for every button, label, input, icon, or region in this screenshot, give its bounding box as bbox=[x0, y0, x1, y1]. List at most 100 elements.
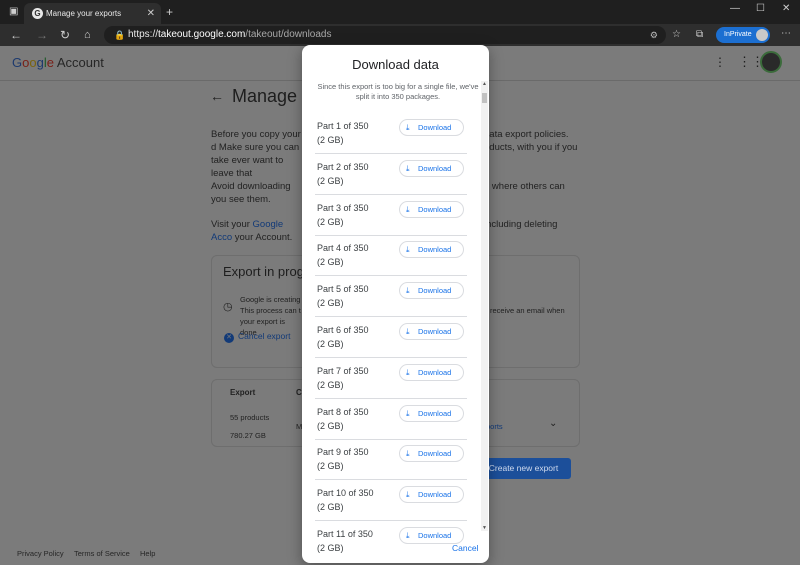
download-button[interactable]: ⤓ Download bbox=[399, 323, 464, 340]
minimize-icon[interactable]: — bbox=[730, 2, 740, 16]
download-label: Download bbox=[418, 204, 452, 214]
download-button[interactable]: ⤓ Download bbox=[399, 404, 464, 422]
column-header-c: C bbox=[296, 388, 302, 397]
dialog-description: Since this export is too big for a singl… bbox=[317, 82, 479, 101]
download-icon: ⤓ bbox=[406, 367, 410, 377]
part-row: Part 4 of 350 (2 GB) ⤓ Download bbox=[315, 235, 467, 277]
download-label: Download bbox=[418, 163, 452, 173]
download-button[interactable]: ⤓ Download bbox=[399, 159, 464, 177]
cancel-export-button[interactable]: ✕ Cancel export bbox=[224, 331, 290, 343]
part-label: Part 11 of 350 (2 GB) bbox=[317, 527, 373, 555]
maximize-icon[interactable]: ☐ bbox=[756, 2, 765, 16]
download-label: Download bbox=[418, 490, 452, 500]
settings-menu-icon[interactable]: ⋯ bbox=[781, 27, 791, 41]
cancel-export-label: Cancel export bbox=[238, 331, 291, 341]
download-label: Download bbox=[418, 286, 452, 296]
back-icon[interactable]: ← bbox=[10, 28, 22, 42]
terms-of-service-link[interactable]: Terms of Service bbox=[74, 549, 130, 558]
part-row: Part 11 of 350 (2 GB) ⤓ Download bbox=[315, 521, 467, 559]
lock-icon: 🔒 bbox=[114, 30, 126, 40]
part-row: Part 8 of 350 (2 GB) ⤓ Download bbox=[315, 399, 467, 440]
part-row: Part 10 of 350 (2 GB) ⤓ Download bbox=[315, 480, 467, 522]
download-label: Download bbox=[418, 245, 452, 255]
part-size: (2 GB) bbox=[317, 216, 344, 227]
part-label: Part 2 of 350 (2 GB) bbox=[317, 160, 369, 188]
part-size: (2 GB) bbox=[317, 339, 344, 349]
chevron-down-icon[interactable]: ⌄ bbox=[549, 418, 557, 429]
part-size: (2 GB) bbox=[317, 379, 344, 390]
new-tab-icon[interactable]: + bbox=[166, 5, 173, 19]
more-options-icon[interactable]: ⋮ bbox=[714, 55, 726, 69]
part-number: Part 11 of 350 bbox=[317, 529, 373, 539]
part-row: Part 9 of 350 (2 GB) ⤓ Download bbox=[315, 439, 467, 481]
site-permissions-icon[interactable]: ⚙ bbox=[650, 26, 658, 44]
cancel-button[interactable]: Cancel bbox=[452, 543, 478, 553]
download-button[interactable]: ⤓ Download bbox=[399, 282, 464, 300]
part-row: Part 3 of 350 (2 GB) ⤓ Download bbox=[315, 195, 467, 236]
part-number: Part 2 of 350 bbox=[317, 161, 369, 172]
window-close-icon[interactable]: ✕ bbox=[782, 2, 790, 16]
parts-list[interactable]: Since this export is too big for a singl… bbox=[302, 77, 489, 559]
part-row: Part 6 of 350 (2 GB) ⤓ Download bbox=[315, 317, 467, 358]
help-link[interactable]: Help bbox=[140, 549, 155, 558]
part-label: Part 10 of 350 (2 GB) bbox=[317, 486, 374, 514]
home-icon[interactable]: ⌂ bbox=[84, 28, 91, 42]
url-host: takeout.google.com bbox=[158, 29, 246, 40]
part-number: Part 7 of 350 bbox=[317, 365, 369, 376]
tab-close-icon[interactable]: ✕ bbox=[147, 3, 155, 24]
tab-actions-icon[interactable]: ▣ bbox=[9, 5, 18, 19]
download-icon: ⤓ bbox=[406, 449, 410, 459]
google-wordmark: Google bbox=[12, 55, 54, 70]
part-number: Part 5 of 350 bbox=[317, 284, 369, 295]
part-size: (2 GB) bbox=[317, 461, 344, 472]
part-label: Part 8 of 350 (2 GB) bbox=[317, 405, 369, 433]
visit-text: Visit your Google Acco your Account. bbox=[211, 218, 305, 244]
download-button[interactable]: ⤓ Download bbox=[399, 445, 464, 463]
part-row: Part 5 of 350 (2 GB) ⤓ Download bbox=[315, 276, 467, 318]
account-avatar[interactable] bbox=[760, 51, 782, 73]
download-button[interactable]: ⤓ Download bbox=[399, 200, 464, 218]
scroll-up-icon[interactable]: ▲ bbox=[481, 81, 488, 87]
inprivate-badge[interactable]: InPrivate bbox=[716, 27, 770, 43]
download-icon: ⤓ bbox=[406, 245, 410, 255]
download-label: Download bbox=[418, 327, 452, 336]
export-progress-title: Export in prog bbox=[223, 264, 304, 279]
download-icon: ⤓ bbox=[406, 163, 410, 173]
scrollbar-thumb[interactable] bbox=[482, 93, 487, 103]
clock-icon: ◷ bbox=[223, 301, 233, 313]
download-button[interactable]: ⤓ Download bbox=[399, 363, 464, 381]
part-number: Part 4 of 350 bbox=[317, 243, 369, 254]
export-size: 780.27 GB bbox=[230, 431, 266, 440]
download-icon: ⤓ bbox=[406, 408, 410, 418]
visit-text-right: including deleting bbox=[484, 219, 558, 230]
cancel-circle-icon: ✕ bbox=[224, 333, 234, 343]
download-button[interactable]: ⤓ Download bbox=[399, 527, 464, 544]
part-row: Part 7 of 350 (2 GB) ⤓ Download bbox=[315, 358, 467, 399]
privacy-policy-link[interactable]: Privacy Policy bbox=[17, 549, 64, 558]
back-arrow-icon[interactable]: ← bbox=[210, 88, 224, 104]
google-favicon-icon: G bbox=[32, 8, 43, 19]
refresh-icon[interactable]: ↻ bbox=[60, 28, 70, 42]
part-number: Part 8 of 350 bbox=[317, 406, 369, 417]
browser-tab[interactable]: G Manage your exports ✕ bbox=[24, 3, 161, 24]
address-bar[interactable]: 🔒 https://takeout.google.com/takeout/dow… bbox=[104, 26, 666, 44]
part-size: (2 GB) bbox=[317, 543, 344, 553]
scroll-down-icon[interactable]: ▼ bbox=[481, 525, 488, 531]
part-label: Part 1 of 350 (2 GB) bbox=[317, 119, 369, 147]
part-label: Part 5 of 350 (2 GB) bbox=[317, 282, 369, 310]
favorite-icon[interactable]: ☆ bbox=[672, 28, 681, 42]
download-button[interactable]: ⤓ Download bbox=[399, 119, 464, 136]
create-new-export-button[interactable]: Create new export bbox=[476, 458, 571, 479]
part-number: Part 6 of 350 bbox=[317, 325, 369, 335]
download-icon: ⤓ bbox=[406, 123, 410, 132]
forward-icon[interactable]: → bbox=[36, 28, 48, 42]
download-icon: ⤓ bbox=[406, 327, 410, 336]
collections-icon[interactable]: ⧉ bbox=[696, 28, 703, 42]
download-button[interactable]: ⤓ Download bbox=[399, 486, 464, 504]
download-button[interactable]: ⤓ Download bbox=[399, 241, 464, 259]
google-account-logo[interactable]: Google Account bbox=[12, 55, 104, 70]
intro-text-right: data export policies. oducts, with you i… bbox=[484, 129, 578, 153]
part-label: Part 9 of 350 (2 GB) bbox=[317, 445, 369, 473]
dialog-scrollbar[interactable]: ▲ ▼ bbox=[481, 81, 488, 531]
download-icon: ⤓ bbox=[406, 204, 410, 214]
